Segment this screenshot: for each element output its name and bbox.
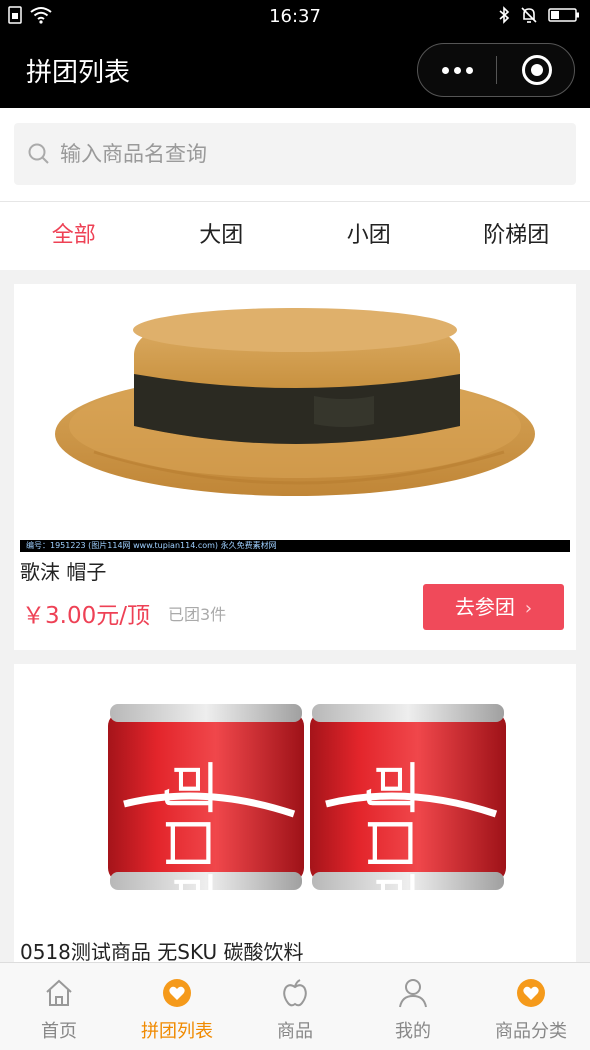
- tabbar-label: 我的: [395, 1021, 431, 1042]
- tab-all[interactable]: 全部: [0, 202, 148, 270]
- search-section: [0, 108, 590, 202]
- product-price: ￥3.00元/顶: [22, 603, 150, 629]
- cola-can-right: 可口可乐: [310, 704, 506, 929]
- chevron-right-icon: ›: [524, 598, 533, 619]
- tabbar-label: 首页: [41, 1021, 77, 1042]
- tabbar-label: 拼团列表: [141, 1021, 213, 1042]
- mute-bell-icon: [521, 7, 537, 23]
- search-box[interactable]: [14, 123, 576, 185]
- home-icon: [46, 979, 72, 1006]
- bluetooth-icon: [499, 6, 510, 24]
- straw-hat-image: [55, 308, 535, 496]
- tabbar-item-mine[interactable]: 我的: [354, 963, 472, 1050]
- image-watermark: 编号：1951223 (图片114网 www.tupian114.com) 永久…: [20, 540, 570, 552]
- status-bar: 16:37: [0, 0, 590, 32]
- page-title: 拼团列表: [26, 58, 131, 88]
- group-type-tabs: 全部 大团 小团 阶梯团: [0, 202, 590, 270]
- product-name[interactable]: 歌沫 帽子: [20, 556, 106, 585]
- svg-text:可口可乐: 可口可乐: [357, 759, 422, 929]
- cola-can-left: 可口可乐: [108, 704, 304, 929]
- product-name[interactable]: 0518测试商品 无SKU 碳酸饮料: [20, 936, 304, 965]
- svg-text:可口可乐: 可口可乐: [155, 759, 220, 929]
- product-card[interactable]: 可口可乐 可口可乐 0518测试商品 无SKU 碳酸饮料: [14, 664, 576, 984]
- heart-badge-icon: [163, 979, 191, 1007]
- heart-badge-icon: [517, 979, 545, 1007]
- product-card[interactable]: 编号：1951223 (图片114网 www.tupian114.com) 永久…: [14, 284, 576, 650]
- battery-icon: [548, 8, 579, 22]
- capsule-divider: [496, 56, 497, 84]
- tabbar-item-categories[interactable]: 商品分类: [472, 963, 590, 1050]
- tabbar-item-home[interactable]: 首页: [0, 963, 118, 1050]
- join-group-label: 去参团: [454, 595, 515, 619]
- more-menu-button[interactable]: [418, 44, 496, 96]
- sold-count: 已团3件: [168, 605, 227, 624]
- apple-icon: [283, 979, 307, 1007]
- search-input[interactable]: [60, 135, 550, 173]
- tabbar-label: 商品分类: [495, 1021, 567, 1042]
- tabbar-item-products[interactable]: 商品: [236, 963, 354, 1050]
- tab-small-group[interactable]: 小团: [295, 202, 443, 270]
- nav-bar: 拼团列表: [0, 32, 590, 108]
- tabbar-item-group-list[interactable]: 拼团列表: [118, 963, 236, 1050]
- tab-big-group[interactable]: 大团: [148, 202, 296, 270]
- status-right-icons: [498, 6, 580, 24]
- close-target-button[interactable]: [522, 55, 552, 85]
- tabbar-label: 商品: [277, 1021, 313, 1042]
- mini-program-capsule: [417, 43, 575, 97]
- search-icon: [28, 143, 49, 164]
- bottom-tab-bar: 首页 拼团列表 商品 我的 商品分类: [0, 962, 590, 1050]
- tab-ladder-group[interactable]: 阶梯团: [443, 202, 590, 270]
- product-image[interactable]: 编号：1951223 (图片114网 www.tupian114.com) 永久…: [14, 284, 576, 554]
- cola-cans-image: 可口可乐 可口可乐: [108, 704, 506, 929]
- user-icon: [399, 979, 427, 1008]
- product-image[interactable]: 可口可乐 可口可乐: [14, 664, 576, 929]
- join-group-button[interactable]: 去参团 ›: [423, 584, 564, 630]
